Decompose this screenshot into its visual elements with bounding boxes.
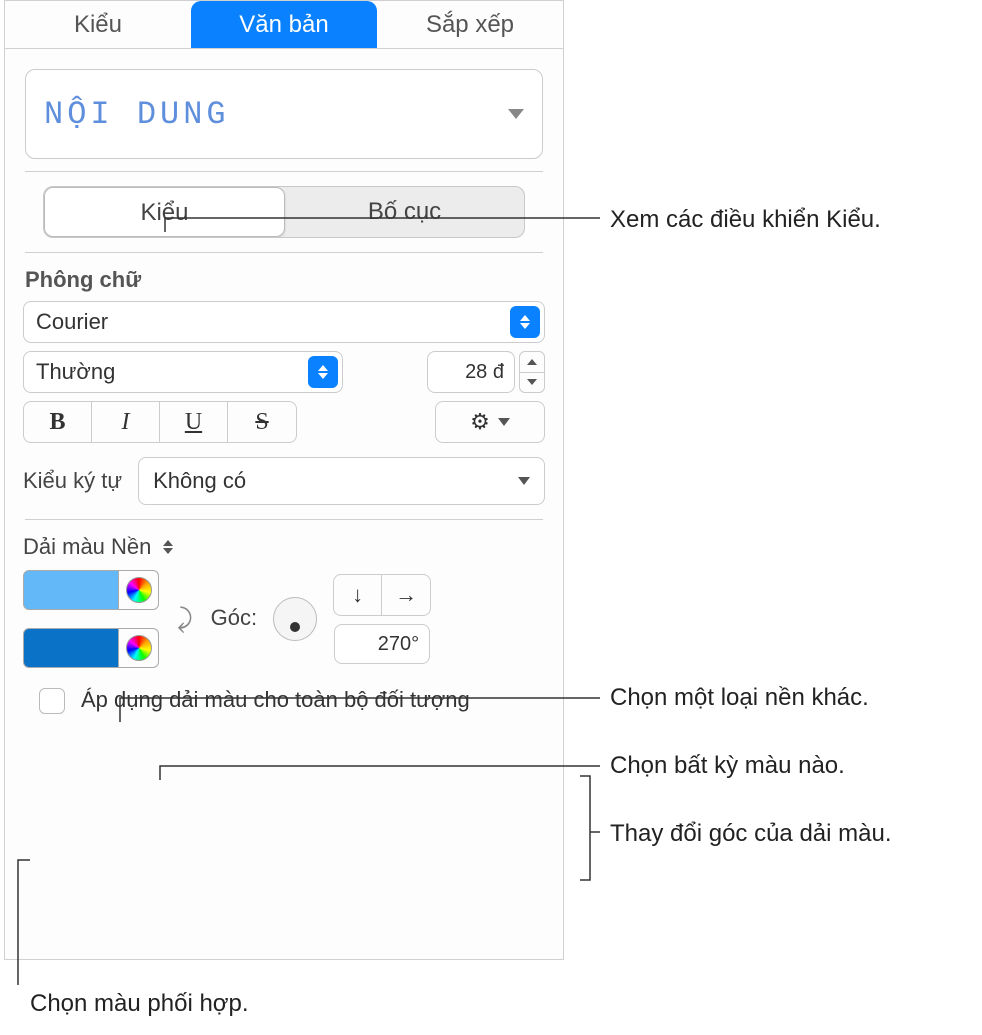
angle-direction-buttons: ↓ → <box>333 574 431 616</box>
strikethrough-button[interactable]: S <box>228 402 296 442</box>
top-tabs: Kiểu Văn bản Sắp xếp <box>5 1 563 49</box>
font-weight-select[interactable]: Thường <box>23 351 343 393</box>
char-style-label: Kiểu ký tự <box>23 468 122 494</box>
callout-match-color: Chọn màu phối hợp. <box>30 990 249 1018</box>
callout-bg-type: Chọn một loại nền khác. <box>610 684 869 712</box>
angle-down-button[interactable]: ↓ <box>334 575 382 615</box>
font-family-select[interactable]: Courier <box>23 301 545 343</box>
updown-icon <box>308 356 338 388</box>
font-section-title: Phông chữ <box>25 267 543 293</box>
italic-button[interactable]: I <box>92 402 160 442</box>
angle-input[interactable]: 270° <box>334 624 430 664</box>
gradient-color-2-wheel[interactable] <box>119 628 159 668</box>
swap-colors-button[interactable]: ⤸ <box>177 603 193 635</box>
color-wheel-icon <box>126 635 152 661</box>
background-type-select[interactable] <box>159 540 177 554</box>
inspector-panel: Kiểu Văn bản Sắp xếp NỘI DUNG Kiểu Bố cụ… <box>4 0 564 960</box>
gradient-controls: ⤸ Góc: ↓ → 270° <box>23 570 545 668</box>
background-type-label: Dải màu Nền <box>23 534 151 560</box>
tab-style[interactable]: Kiểu <box>5 1 191 48</box>
gradient-color-1-wheel[interactable] <box>119 570 159 610</box>
char-style-value: Không có <box>153 468 246 494</box>
bold-button[interactable]: B <box>24 402 92 442</box>
color-wheel-icon <box>126 577 152 603</box>
text-style-group: B I U S <box>23 401 297 443</box>
paragraph-style-label: NỘI DUNG <box>44 96 230 133</box>
angle-right-button[interactable]: → <box>382 575 430 615</box>
style-layout-segment: Kiểu Bố cục <box>43 186 525 238</box>
font-size-group: 28 đ <box>427 351 545 393</box>
stepper-down-icon <box>527 379 537 385</box>
callout-style-controls: Xem các điều khiển Kiểu. <box>610 206 881 234</box>
font-weight-value: Thường <box>36 359 115 385</box>
underline-button[interactable]: U <box>160 402 228 442</box>
font-size-input[interactable]: 28 đ <box>427 351 515 393</box>
callout-any-color: Chọn bất kỳ màu nào. <box>610 752 845 780</box>
tab-arrange[interactable]: Sắp xếp <box>377 1 563 48</box>
tab-text[interactable]: Văn bản <box>191 1 377 48</box>
gradient-color-1-swatch[interactable] <box>23 570 119 610</box>
paragraph-style-dropdown[interactable]: NỘI DUNG <box>25 69 543 159</box>
divider <box>25 519 543 520</box>
char-style-select[interactable]: Không có <box>138 457 545 505</box>
font-family-value: Courier <box>36 309 108 335</box>
segment-style[interactable]: Kiểu <box>44 187 285 237</box>
segment-layout[interactable]: Bố cục <box>285 187 524 237</box>
font-size-stepper[interactable] <box>519 351 545 393</box>
stepper-up-icon <box>527 359 537 365</box>
gradient-color-2-swatch[interactable] <box>23 628 119 668</box>
angle-dot-icon <box>290 622 300 632</box>
apply-gradient-checkbox[interactable] <box>39 688 65 714</box>
angle-dial[interactable] <box>273 597 317 641</box>
apply-gradient-label: Áp dụng dải màu cho toàn bộ đối tượng <box>81 686 470 714</box>
divider <box>25 252 543 253</box>
chevron-down-icon <box>508 109 524 119</box>
chevron-down-icon <box>518 477 530 485</box>
updown-icon <box>510 306 540 338</box>
gear-icon: ⚙ <box>470 409 490 435</box>
angle-label: Góc: <box>211 605 257 631</box>
chevron-down-icon <box>498 418 510 426</box>
callout-angle: Thay đổi góc của dải màu. <box>610 820 892 848</box>
divider <box>25 171 543 172</box>
advanced-options-button[interactable]: ⚙ <box>435 401 545 443</box>
